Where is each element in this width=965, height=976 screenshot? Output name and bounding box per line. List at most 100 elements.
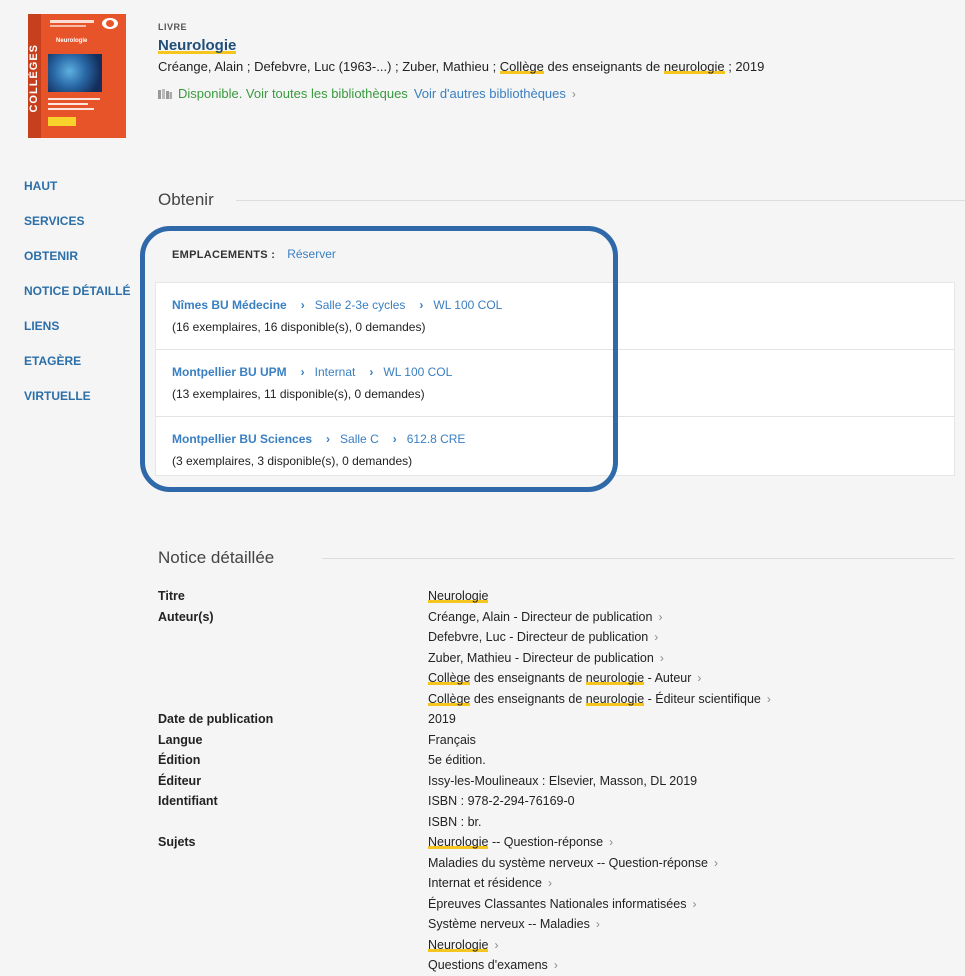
location-callno[interactable]: WL 100 COL (433, 298, 502, 312)
chevron-right-icon: › (692, 896, 697, 911)
details-section-title: Notice détaillée (158, 548, 275, 567)
detail-label: Édition (158, 753, 201, 767)
locations-label: EMPLACEMENTS : (172, 249, 276, 261)
location-room[interactable]: Internat (315, 365, 356, 379)
cover-band-text: COLLÈGES (28, 44, 40, 113)
chevron-right-icon: › (494, 937, 499, 952)
nav-haut[interactable]: HAUT (24, 180, 130, 215)
detail-values: Créange, Alain - Directeur de publicatio… (428, 607, 948, 710)
location-library[interactable]: Montpellier BU Sciences (172, 432, 312, 446)
detail-value: Français (428, 732, 476, 747)
detail-label: Date de publication (158, 712, 274, 726)
nav-notice-detaillee[interactable]: NOTICE DÉTAILLÉ (24, 285, 130, 320)
detail-label: Auteur(s) (158, 609, 214, 624)
chevron-right-icon: › (553, 958, 558, 972)
detail-label: Langue (158, 732, 203, 747)
chevron-right-icon: › (419, 298, 424, 312)
locations-list: Nîmes BU Médecine › Salle 2-3e cycles › WL 1… (155, 282, 955, 476)
availability-link[interactable]: Disponible. Voir toutes les bibliothèque… (178, 86, 408, 101)
detail-values: Neurologie (428, 586, 948, 607)
details-table: Titre Neurologie Auteur(s) Créange, Alain -… (158, 586, 948, 976)
chevron-right-icon: › (595, 917, 600, 931)
detail-value: Neurologie (428, 589, 489, 603)
location-library[interactable]: Montpellier BU UPM (172, 365, 287, 379)
detail-value[interactable]: Neurologie -- Question-réponse › (428, 832, 948, 853)
nav-virtuelle[interactable]: VIRTUELLE (24, 390, 130, 425)
detail-value[interactable]: Collège des enseignants de neurologie - … (428, 689, 948, 710)
detail-row: Titre Neurologie (158, 586, 948, 607)
obtain-section-title: Obtenir (158, 190, 214, 209)
detail-row: Auteur(s) Créange, Alain - Directeur de p… (158, 607, 948, 710)
chevron-right-icon: › (654, 630, 659, 644)
detail-value[interactable]: Neurologie › (428, 935, 948, 956)
locations-header: EMPLACEMENTS : Réserver (172, 247, 336, 261)
cover-title: Neurologie (56, 38, 88, 44)
detail-value[interactable]: Questions d'examens › (428, 955, 948, 976)
publisher-logo-icon (102, 18, 118, 29)
chevron-right-icon: › (300, 298, 305, 312)
location-room[interactable]: Salle 2-3e cycles (315, 298, 406, 312)
detail-row: Édition 5e édition. (158, 750, 948, 771)
detail-value[interactable]: Zuber, Mathieu - Directeur de publicatio… (428, 648, 948, 669)
divider (236, 200, 965, 201)
detail-value[interactable]: Defebvre, Luc - Directeur de publication… (428, 627, 948, 648)
location-callno[interactable]: 612.8 CRE (407, 432, 466, 446)
detail-row: Sujets Neurologie -- Question-réponse › Mal… (158, 832, 948, 976)
detail-row: Langue Français (158, 730, 948, 751)
location-info: (16 exemplaires, 16 disponible(s), 0 dem… (172, 320, 426, 334)
location-room[interactable]: Salle C (340, 432, 379, 446)
detail-row: Éditeur Issy-les-Moulineaux : Elsevier, M… (158, 771, 948, 792)
chevron-right-icon: › (609, 835, 614, 849)
detail-value[interactable]: Épreuves Classantes Nationales informati… (428, 894, 948, 915)
chevron-right-icon: › (697, 671, 702, 685)
location-row[interactable]: Montpellier BU UPM › Internat › WL 100 COL (… (156, 350, 954, 417)
location-row[interactable]: Montpellier BU Sciences › Salle C › 612.8 CR… (156, 417, 954, 475)
book-cover[interactable]: COLLÈGES Neurologie (28, 14, 126, 138)
divider (322, 558, 954, 559)
nav-services[interactable]: SERVICES (24, 215, 130, 250)
record-title[interactable]: Neurologie (158, 37, 237, 54)
detail-label: Éditeur (158, 773, 202, 788)
location-library[interactable]: Nîmes BU Médecine (172, 298, 287, 312)
availability-line: Disponible. Voir toutes les bibliothèque… (158, 86, 576, 101)
detail-values: 2019 (428, 709, 948, 730)
chevron-right-icon: › (326, 432, 331, 446)
location-info: (13 exemplaires, 11 disponible(s), 0 dem… (172, 387, 425, 401)
detail-label: Sujets (158, 835, 196, 849)
nav-obtenir[interactable]: OBTENIR (24, 250, 130, 285)
location-row[interactable]: Nîmes BU Médecine › Salle 2-3e cycles › WL 1… (156, 283, 954, 350)
detail-label: Identifiant (158, 794, 218, 808)
chevron-right-icon: › (659, 650, 664, 665)
book-icon (158, 89, 172, 99)
chevron-right-icon: › (369, 365, 374, 379)
detail-value[interactable]: Collège des enseignants de neurologie - … (428, 668, 948, 689)
detail-value: 5e édition. (428, 753, 486, 767)
detail-values: Français (428, 730, 948, 751)
detail-values: Neurologie -- Question-réponse › Maladies … (428, 832, 948, 976)
chevron-right-icon: › (300, 365, 305, 379)
detail-values: 5e édition. (428, 750, 948, 771)
chevron-right-icon: › (658, 609, 663, 624)
nav-liens[interactable]: LIENS (24, 320, 130, 355)
detail-value[interactable]: Internat et résidence › (428, 873, 948, 894)
chevron-right-icon: › (766, 691, 771, 706)
location-info: (3 exemplaires, 3 disponible(s), 0 deman… (172, 454, 413, 468)
record-authors: Créange, Alain ; Defebvre, Luc (1963-...… (158, 59, 765, 74)
detail-value[interactable]: Maladies du système nerveux -- Question-… (428, 853, 948, 874)
detail-value: Issy-les-Moulineaux : Elsevier, Masson, … (428, 773, 698, 788)
chevron-right-icon: › (571, 87, 576, 101)
chevron-right-icon: › (547, 876, 552, 890)
detail-values: Issy-les-Moulineaux : Elsevier, Masson, … (428, 771, 948, 792)
detail-value[interactable]: Créange, Alain - Directeur de publicatio… (428, 607, 948, 628)
other-libraries-link[interactable]: Voir d'autres bibliothèques (414, 86, 566, 101)
detail-value: ISBN : 978-2-294-76169-0 (428, 794, 575, 808)
nav-etagere[interactable]: ETAGÈRE (24, 355, 130, 390)
detail-values: ISBN : 978-2-294-76169-0 ISBN : br. (428, 791, 948, 832)
location-callno[interactable]: WL 100 COL (383, 365, 452, 379)
reserve-link[interactable]: Réserver (287, 247, 336, 261)
detail-row: Date de publication 2019 (158, 709, 948, 730)
detail-value[interactable]: Système nerveux -- Maladies › (428, 914, 948, 935)
chevron-right-icon: › (392, 432, 397, 446)
detail-value: 2019 (428, 712, 456, 726)
detail-value: ISBN : br. (428, 814, 482, 829)
